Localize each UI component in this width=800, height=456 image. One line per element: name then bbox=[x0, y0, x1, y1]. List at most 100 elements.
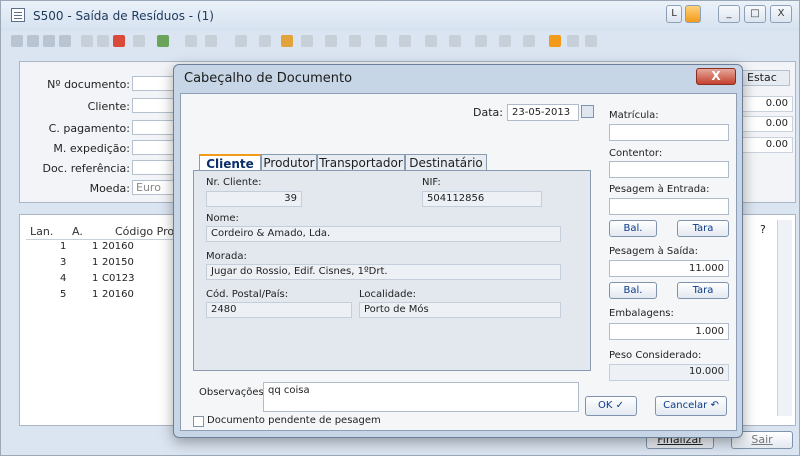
previous-record-icon[interactable] bbox=[27, 35, 39, 47]
first-record-icon[interactable] bbox=[11, 35, 23, 47]
right-value-3: 0.00 bbox=[739, 137, 793, 153]
header-a: A. bbox=[72, 225, 83, 238]
edit-icon[interactable] bbox=[81, 35, 93, 47]
table-cell: 1 bbox=[92, 289, 99, 300]
embalagens-field[interactable]: 1.000 bbox=[609, 323, 729, 340]
undo-icon: ↶ bbox=[710, 400, 719, 411]
list-icon[interactable] bbox=[185, 35, 197, 47]
pesagem-entrada-field[interactable] bbox=[609, 198, 729, 215]
table-cell: 1 bbox=[92, 241, 99, 252]
label-cliente: Cliente: bbox=[87, 100, 130, 113]
dialog-body: Data: 23-05-2013 Cliente Produtor Transp… bbox=[180, 93, 737, 431]
observacoes-label: Observações: bbox=[199, 387, 268, 398]
matricula-field[interactable] bbox=[609, 124, 729, 141]
users-icon[interactable] bbox=[585, 35, 597, 47]
localidade-field[interactable]: Porto de Mós bbox=[359, 302, 561, 318]
close-button[interactable]: X bbox=[770, 5, 792, 23]
tab-transportador[interactable]: Transportador bbox=[317, 154, 405, 171]
grid-icon[interactable] bbox=[399, 35, 411, 47]
tara-saida-button[interactable]: Tara bbox=[677, 282, 729, 299]
mail-icon[interactable] bbox=[349, 35, 361, 47]
calendar-icon[interactable] bbox=[375, 35, 387, 47]
main-window: S500 - Saída de Resíduos - (1) L _ □ X N… bbox=[0, 0, 800, 456]
nif-field[interactable]: 504112856 bbox=[422, 191, 542, 207]
columns-icon[interactable] bbox=[425, 35, 437, 47]
tools-icon[interactable] bbox=[567, 35, 579, 47]
nr-cliente-label: Nr. Cliente: bbox=[206, 177, 262, 188]
funnel-icon[interactable] bbox=[523, 35, 535, 47]
grid-scrollbar[interactable] bbox=[777, 220, 792, 416]
highlight-icon[interactable] bbox=[549, 35, 561, 47]
data-field[interactable]: 23-05-2013 bbox=[507, 104, 579, 121]
document-icon bbox=[11, 8, 25, 22]
tara-entrada-button[interactable]: Tara bbox=[677, 220, 729, 237]
filter-icon[interactable] bbox=[157, 35, 169, 47]
maximize-button[interactable]: □ bbox=[744, 5, 766, 23]
data-label: Data: bbox=[473, 106, 503, 119]
morada-field[interactable]: Jugar do Rossio, Edif. Cisnes, 1ºDrt. bbox=[206, 264, 561, 280]
label-documento: Nº documento: bbox=[47, 78, 130, 91]
tab-cliente[interactable]: Cliente bbox=[199, 154, 261, 171]
toolbar bbox=[9, 31, 793, 53]
tab-destinatario[interactable]: Destinatário bbox=[405, 154, 487, 171]
dialog-close-button[interactable]: X bbox=[696, 68, 736, 85]
nif-label: NIF: bbox=[422, 177, 441, 188]
label-referencia: Doc. referência: bbox=[42, 162, 130, 175]
table-cell: 20150 bbox=[102, 257, 134, 268]
table-cell: 1 bbox=[92, 273, 99, 284]
postal-label: Cód. Postal/País: bbox=[206, 289, 289, 300]
undo-icon[interactable] bbox=[475, 35, 487, 47]
estado-column-header[interactable]: Estac bbox=[742, 70, 790, 86]
document-header-dialog: Cabeçalho de Documento X Data: 23-05-201… bbox=[173, 64, 743, 438]
contentor-field[interactable] bbox=[609, 161, 729, 178]
table-row: 4 bbox=[60, 273, 67, 284]
ok-label: OK bbox=[597, 400, 613, 411]
calendar-icon[interactable] bbox=[581, 105, 594, 118]
header-lan: Lan. bbox=[30, 225, 54, 238]
peso-considerado-label: Peso Considerado: bbox=[609, 350, 702, 361]
grid-help-header[interactable]: ? bbox=[760, 223, 766, 236]
minimize-button[interactable]: _ bbox=[718, 5, 740, 23]
new-icon[interactable] bbox=[97, 35, 109, 47]
contentor-label: Contentor: bbox=[609, 148, 663, 159]
label-moeda: Moeda: bbox=[89, 182, 130, 195]
right-value-2: 0.00 bbox=[739, 116, 793, 132]
observacoes-field[interactable]: qq coisa bbox=[263, 382, 579, 412]
copy-icon[interactable] bbox=[133, 35, 145, 47]
peso-considerado-field: 10.000 bbox=[609, 364, 729, 381]
postal-field[interactable]: 2480 bbox=[206, 302, 352, 318]
pesagem-saida-label: Pesagem à Saída: bbox=[609, 246, 698, 257]
sort-icon[interactable] bbox=[449, 35, 461, 47]
delete-icon[interactable] bbox=[113, 35, 125, 47]
export-icon[interactable] bbox=[259, 35, 271, 47]
embalagens-label: Embalagens: bbox=[609, 308, 674, 319]
lang-button[interactable]: L bbox=[666, 5, 682, 23]
table-row: 3 bbox=[60, 257, 67, 268]
bal-saida-button[interactable]: Bal. bbox=[609, 282, 657, 299]
nr-cliente-field[interactable]: 39 bbox=[206, 191, 302, 207]
table-row: 5 bbox=[60, 289, 67, 300]
tab-produtor[interactable]: Produtor bbox=[261, 154, 317, 171]
pesagem-saida-field[interactable]: 11.000 bbox=[609, 260, 729, 277]
search-icon[interactable] bbox=[205, 35, 217, 47]
next-record-icon[interactable] bbox=[43, 35, 55, 47]
print-icon[interactable] bbox=[235, 35, 247, 47]
nome-field[interactable]: Cordeiro & Amado, Lda. bbox=[206, 226, 561, 242]
folder-button[interactable] bbox=[685, 5, 701, 23]
cliente-tab-body: Nr. Cliente: 39 NIF: 504112856 Nome: Cor… bbox=[193, 170, 591, 371]
label-pagamento: C. pagamento: bbox=[48, 122, 130, 135]
table-cell: 1 bbox=[92, 257, 99, 268]
report-icon[interactable] bbox=[325, 35, 337, 47]
pendente-checkbox[interactable] bbox=[193, 416, 204, 427]
last-record-icon[interactable] bbox=[59, 35, 71, 47]
bal-entrada-button[interactable]: Bal. bbox=[609, 220, 657, 237]
font-icon[interactable] bbox=[499, 35, 511, 47]
checkmark-icon: ✓ bbox=[615, 400, 624, 411]
ok-button[interactable]: OK ✓ bbox=[585, 396, 637, 416]
user-icon[interactable] bbox=[281, 35, 293, 47]
nome-label: Nome: bbox=[206, 213, 239, 224]
window-title: S500 - Saída de Resíduos - (1) bbox=[33, 9, 214, 23]
right-value-1: 0.00 bbox=[739, 96, 793, 112]
attach-icon[interactable] bbox=[301, 35, 313, 47]
cancelar-button[interactable]: Cancelar ↶ bbox=[655, 396, 727, 416]
